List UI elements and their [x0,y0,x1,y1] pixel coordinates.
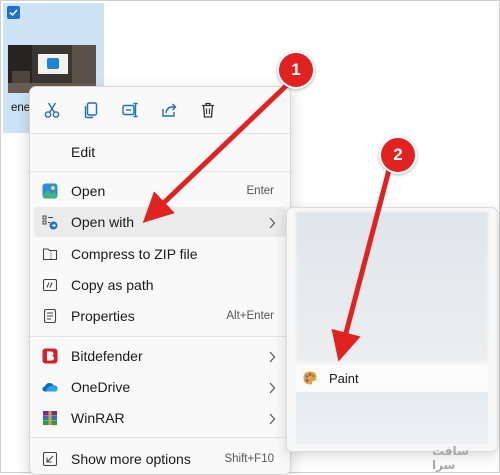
watermark-text: سافت سرا [432,444,469,472]
arrow-to-paint [331,165,393,362]
arrow-to-open-with [142,82,290,223]
annotation-arrows [142,82,393,362]
step-badge-2: 2 [379,136,417,174]
watermark-logo: سافت سرا [432,438,494,472]
step-badge-1: 1 [277,51,315,89]
